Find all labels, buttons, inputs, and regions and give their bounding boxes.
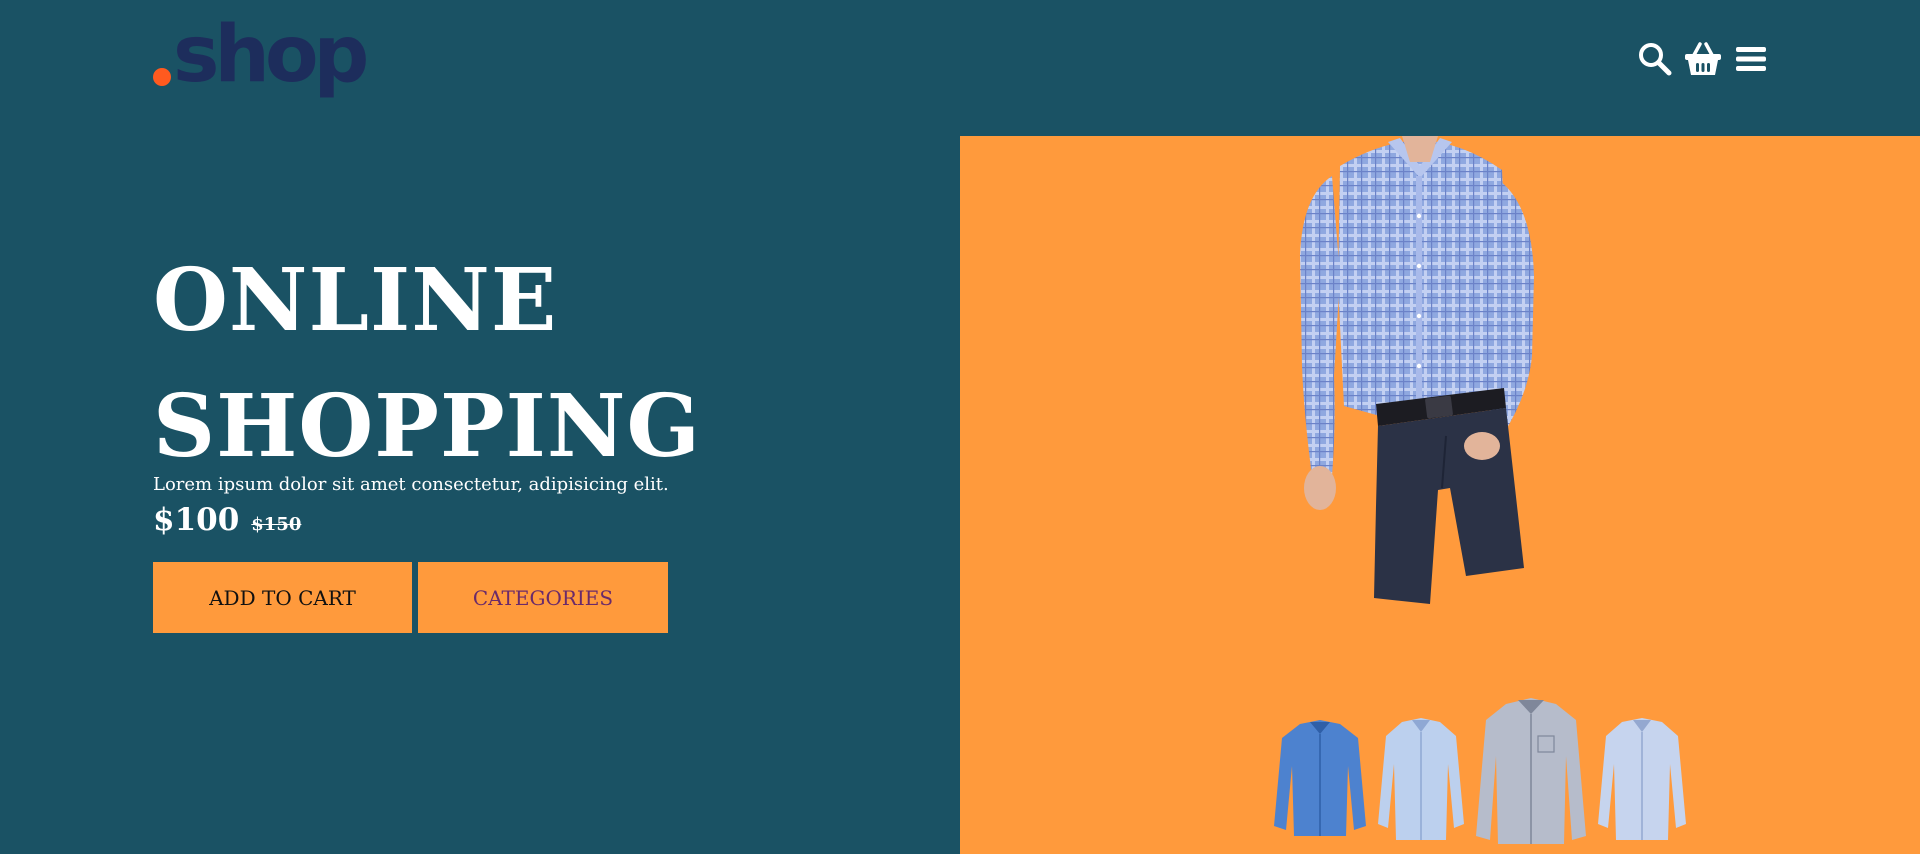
price-old: $150 xyxy=(251,514,302,535)
price-current: $100 xyxy=(153,502,240,538)
add-to-cart-button[interactable]: ADD TO CART xyxy=(153,562,412,633)
brand-logo[interactable]: shop xyxy=(153,10,369,102)
thumbnail-gray-checked-shirt[interactable] xyxy=(1472,696,1590,850)
header-actions xyxy=(1636,40,1770,78)
thumbnail-pale-blue-shirt[interactable] xyxy=(1596,716,1688,850)
hero-description: Lorem ipsum dolor sit amet consectetur, … xyxy=(153,474,669,495)
product-showcase xyxy=(960,136,1920,854)
main-product-image xyxy=(1270,136,1570,606)
categories-button[interactable]: CATEGORIES xyxy=(418,562,668,633)
product-thumbnails xyxy=(1270,696,1688,850)
logo-dot xyxy=(153,68,171,86)
menu-icon[interactable] xyxy=(1732,40,1770,78)
basket-icon[interactable] xyxy=(1684,40,1722,78)
hero-title-line1: ONLINE xyxy=(153,250,558,351)
thumbnail-light-blue-shirt[interactable] xyxy=(1376,716,1466,850)
hero-title-line2: SHOPPING xyxy=(153,376,701,477)
price-row: $100 $150 xyxy=(153,502,301,538)
search-icon[interactable] xyxy=(1636,40,1674,78)
logo-text: shop xyxy=(173,10,369,100)
thumbnail-blue-shirt[interactable] xyxy=(1270,716,1370,850)
hero-title: ONLINE SHOPPING xyxy=(153,238,701,490)
